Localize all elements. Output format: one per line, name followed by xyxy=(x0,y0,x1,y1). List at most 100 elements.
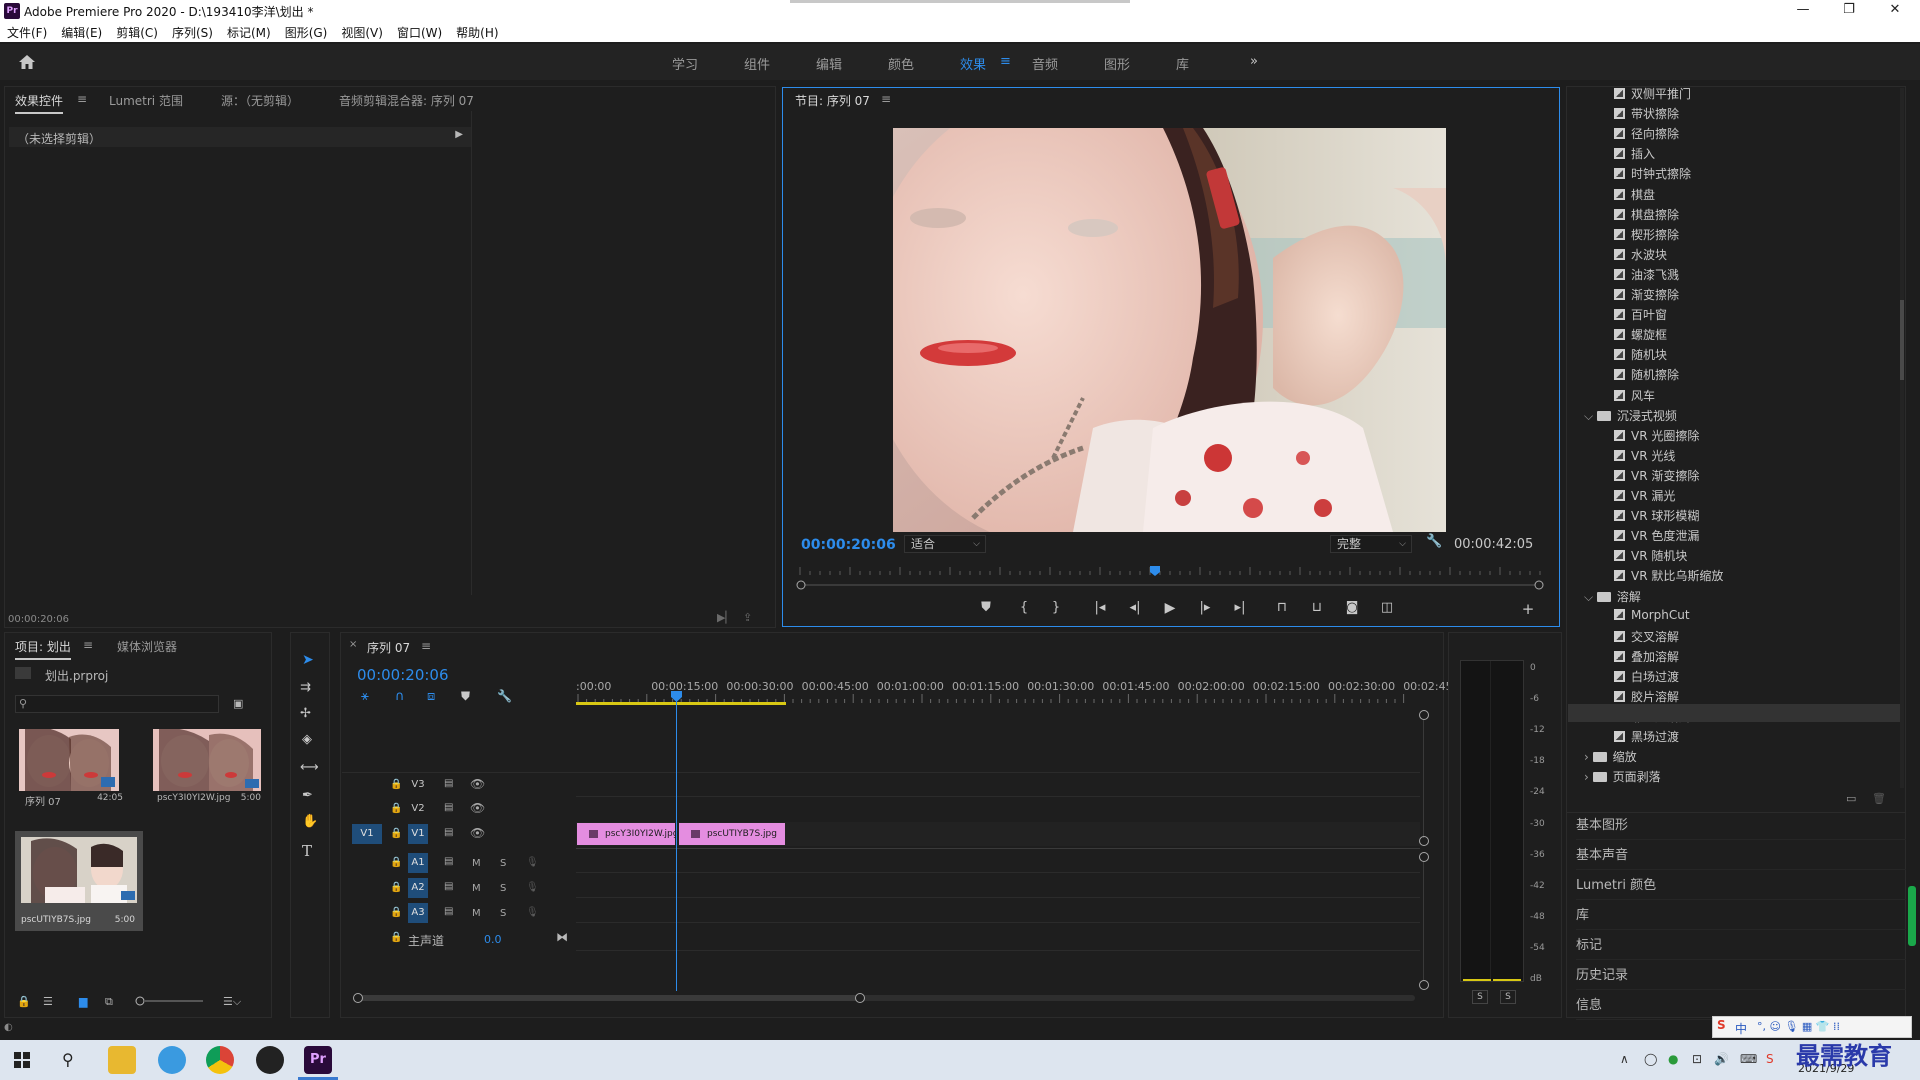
voice-over-a3-mic-icon[interactable]: 🎙 xyxy=(526,907,539,918)
minimize-icon[interactable]: — xyxy=(1780,0,1826,22)
timeline-playhead[interactable] xyxy=(671,691,682,702)
panel-history[interactable]: 历史记录 xyxy=(1576,962,1906,990)
monitor-menu-icon[interactable]: ≡ xyxy=(881,92,891,106)
lock-track-v1-icon[interactable]: 🔒 xyxy=(390,828,402,839)
clip-image-2[interactable]: pscUTIYB7S.jpg xyxy=(679,823,785,845)
workspace-audio[interactable]: 音频 xyxy=(1032,54,1058,73)
solo-a2-button[interactable]: S xyxy=(500,883,506,894)
go-to-in-icon[interactable]: |◂ xyxy=(1090,600,1110,615)
effect-item[interactable]: MorphCut xyxy=(1614,608,1690,626)
go-to-out-icon[interactable]: ▸| xyxy=(1230,600,1250,615)
fit-dropdown[interactable]: 适合 ⌵ xyxy=(904,535,986,553)
monitor-playhead[interactable] xyxy=(1150,565,1161,576)
sync-lock-a2-icon[interactable]: ▤ xyxy=(444,881,453,892)
new-bin-icon[interactable]: ▭ xyxy=(1846,792,1856,805)
tab-project[interactable]: 项目: 划出 xyxy=(15,638,71,660)
selection-tool-icon[interactable]: ➤ xyxy=(302,652,314,668)
workspace-effects[interactable]: 效果 xyxy=(960,54,986,73)
sync-lock-v2-icon[interactable]: ▤ xyxy=(444,802,453,813)
project-search-input[interactable]: ⚲ xyxy=(15,695,219,713)
ie-browser-icon[interactable] xyxy=(158,1046,186,1074)
timeline-vzoom-audio-top[interactable] xyxy=(1419,852,1429,862)
comparison-view-icon[interactable]: ◫ xyxy=(1377,600,1397,615)
menu-help[interactable]: 帮助(H) xyxy=(449,22,505,41)
menu-marker[interactable]: 标记(M) xyxy=(220,22,278,41)
menu-sequence[interactable]: 序列(S) xyxy=(165,22,220,41)
effect-folder[interactable]: › 缩放 xyxy=(1584,748,1637,766)
effect-item[interactable]: 棋盘擦除 xyxy=(1614,206,1679,224)
effect-item[interactable]: 风车 xyxy=(1614,387,1655,405)
master-volume-value[interactable]: 0.0 xyxy=(484,933,502,946)
effect-item[interactable]: 叠加溶解 xyxy=(1614,648,1679,666)
effect-item[interactable]: 棋盘 xyxy=(1614,186,1655,204)
export-frame-camera-icon[interactable]: ◙ xyxy=(1342,600,1362,615)
timeline-settings-wrench-icon[interactable]: 🔧 xyxy=(497,689,512,703)
effect-folder[interactable]: ⌵ 溶解 xyxy=(1584,588,1641,606)
track-a3-label[interactable]: A3 xyxy=(408,903,428,923)
effect-item[interactable]: VR 渐变擦除 xyxy=(1614,467,1699,485)
freeform-view-icon[interactable]: ⧉ xyxy=(105,995,113,1009)
timeline-vzoom-mid[interactable] xyxy=(1419,836,1429,846)
extract-icon[interactable]: ⊔ xyxy=(1307,600,1327,615)
effects-scrollbar-thumb[interactable] xyxy=(1900,300,1904,380)
panel-menu-icon[interactable]: ≡ xyxy=(77,92,87,106)
menu-view[interactable]: 视图(V) xyxy=(334,22,390,41)
menu-clip[interactable]: 剪辑(C) xyxy=(109,22,165,41)
mark-in-icon[interactable]: { xyxy=(1014,600,1034,615)
lock-icon[interactable]: 🔒 xyxy=(17,995,31,1008)
program-current-timecode[interactable]: 00:00:20:06 xyxy=(801,537,896,553)
timeline-playhead-line[interactable] xyxy=(676,691,677,991)
effect-folder[interactable]: › 页面剥落 xyxy=(1584,768,1661,786)
project-menu-icon[interactable]: ≡ xyxy=(83,638,93,652)
close-icon[interactable]: ✕ xyxy=(1872,0,1918,22)
tab-effect-controls[interactable]: 效果控件 xyxy=(15,92,64,114)
effect-item[interactable]: VR 默比乌斯缩放 xyxy=(1614,567,1723,585)
track-select-tool-icon[interactable]: ⇉ xyxy=(300,680,311,695)
insert-nest-icon[interactable]: ⚹ xyxy=(361,689,369,704)
menu-window[interactable]: 窗口(W) xyxy=(390,22,449,41)
list-view-icon[interactable]: ☰ xyxy=(43,995,53,1008)
button-editor-plus-icon[interactable]: + xyxy=(1518,600,1538,618)
chevron-right-icon[interactable]: › xyxy=(1584,750,1593,764)
effect-item[interactable]: 插入 xyxy=(1614,145,1655,163)
meter-solo-left-button[interactable]: S xyxy=(1472,990,1488,1004)
voice-over-a1-mic-icon[interactable]: 🎙 xyxy=(526,857,539,868)
effect-item[interactable]: 径向擦除 xyxy=(1614,125,1679,143)
tray-ime-icon[interactable]: ⌨ xyxy=(1740,1052,1757,1066)
lock-track-v3-icon[interactable]: 🔒 xyxy=(390,779,402,790)
timeline-vscroll-track[interactable] xyxy=(1423,720,1424,838)
icon-view-icon[interactable]: ▆ xyxy=(79,995,87,1008)
new-search-bin-icon[interactable]: ▣ xyxy=(233,697,243,710)
solo-a3-button[interactable]: S xyxy=(500,908,506,919)
sync-lock-v3-icon[interactable]: ▤ xyxy=(444,778,453,789)
ime-tools-icons[interactable]: °, ☺ 🎙 ▦ 👕 ⁞⁞ xyxy=(1757,1020,1840,1033)
hand-tool-icon[interactable]: ✋ xyxy=(302,814,318,829)
panel-essential-graphics[interactable]: 基本图形 xyxy=(1576,812,1906,840)
effect-item[interactable]: 黑场过渡 xyxy=(1614,728,1679,746)
timeline-menu-icon[interactable]: ≡ xyxy=(421,639,431,653)
effects-scrollbar[interactable] xyxy=(1900,88,1904,788)
premiere-taskbar-icon[interactable]: Pr xyxy=(304,1046,332,1074)
windows-start-icon[interactable] xyxy=(14,1052,30,1068)
workspace-libraries[interactable]: 库 xyxy=(1176,54,1189,73)
play-icon[interactable]: ▶ xyxy=(1160,600,1180,616)
effect-item[interactable]: 双侧平推门 xyxy=(1614,85,1691,103)
mute-a3-button[interactable]: M xyxy=(472,908,481,919)
track-v2-label[interactable]: V2 xyxy=(408,799,428,819)
track-a1-label[interactable]: A1 xyxy=(408,853,428,873)
sync-lock-a1-icon[interactable]: ▤ xyxy=(444,856,453,867)
timeline-vzoom-audio-bottom[interactable] xyxy=(1419,980,1429,990)
panel-markers[interactable]: 标记 xyxy=(1576,932,1906,960)
effect-item[interactable]: VR 色度泄漏 xyxy=(1614,527,1699,545)
quality-dropdown[interactable]: 完整 ⌵ xyxy=(1330,535,1412,553)
timeline-vscroll-audio-track[interactable] xyxy=(1423,862,1424,980)
snap-magnet-icon[interactable]: ∩ xyxy=(395,689,405,704)
tray-sogou-icon[interactable]: S xyxy=(1766,1052,1774,1066)
clip-image-1[interactable]: pscY3I0YI2W.jpg xyxy=(577,823,675,845)
effect-item[interactable]: 渐变擦除 xyxy=(1614,286,1679,304)
chevron-down-icon[interactable]: ⌵ xyxy=(1584,590,1597,604)
sync-lock-v1-icon[interactable]: ▤ xyxy=(444,827,453,838)
linked-selection-icon[interactable]: ⧈ xyxy=(427,689,435,704)
step-forward-icon[interactable]: |▸ xyxy=(1195,600,1215,615)
effect-item[interactable]: 螺旋框 xyxy=(1614,326,1667,344)
